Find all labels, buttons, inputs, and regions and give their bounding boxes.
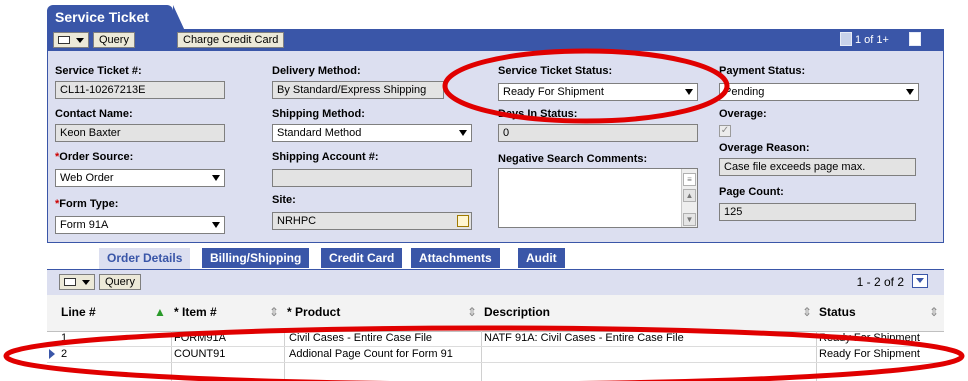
column-header-line[interactable]: Line # — [61, 305, 96, 319]
shipping-account-label: Shipping Account #: — [272, 151, 379, 163]
column-header-item[interactable]: * Item # — [174, 305, 217, 319]
menu-icon — [58, 36, 70, 44]
contact-name-field[interactable]: Keon Baxter — [55, 124, 225, 142]
delivery-method-field[interactable]: By Standard/Express Shipping — [272, 81, 444, 99]
menu-icon — [64, 278, 76, 286]
scroll-up-icon[interactable]: ▲ — [683, 189, 696, 202]
list-record-count: 1 - 2 of 2 — [856, 275, 904, 289]
chevron-down-icon — [76, 38, 84, 43]
sort-icon[interactable]: ⇕ — [929, 305, 939, 319]
negative-search-comments-textarea[interactable]: ≡ ▲ ▼ — [498, 168, 698, 228]
days-in-status-field[interactable]: 0 — [498, 124, 698, 142]
column-header-status[interactable]: Status — [819, 305, 856, 319]
cell-item: COUNT91 — [174, 348, 226, 360]
negative-search-comments-label: Negative Search Comments: — [498, 153, 648, 165]
scroll-down-icon[interactable]: ▼ — [683, 213, 696, 226]
service-ticket-status-label: Service Ticket Status: — [498, 65, 613, 77]
overage-label: Overage: — [719, 108, 767, 120]
cell-line: 2 — [61, 348, 68, 360]
table-row[interactable]: 1 FORM91A Civil Cases - Entire Case File… — [47, 331, 944, 347]
site-label: Site: — [272, 194, 296, 206]
shipping-account-field[interactable] — [272, 169, 472, 187]
service-ticket-field[interactable]: CL11-10267213E — [55, 81, 225, 99]
service-ticket-status-select[interactable]: Ready For Shipment — [498, 83, 698, 101]
chevron-down-icon — [903, 85, 917, 99]
scrollbar[interactable]: ≡ ▲ ▼ — [681, 169, 697, 227]
previous-page-icon[interactable] — [840, 32, 852, 46]
column-header-description[interactable]: Description — [484, 305, 550, 319]
tab-billing-shipping[interactable]: Billing/Shipping — [202, 248, 310, 268]
query-button[interactable]: Query — [93, 32, 135, 48]
table-row[interactable]: 2 COUNT91 Addional Page Count for Form 9… — [47, 347, 944, 363]
delivery-method-label: Delivery Method: — [272, 65, 361, 77]
form-type-label: *Form Type: — [55, 198, 119, 210]
cell-item: FORM91A — [174, 332, 226, 344]
days-in-status-label: Days In Status: — [498, 108, 578, 120]
page-count-field[interactable]: 125 — [719, 203, 916, 221]
shipping-method-select[interactable]: Standard Method — [272, 124, 472, 142]
sort-icon[interactable]: ⇕ — [467, 305, 477, 319]
form-type-select[interactable]: Form 91A — [55, 216, 225, 234]
order-lines-table: Line # ▲ * Item # ⇕ * Product ⇕ Descript… — [47, 295, 944, 381]
list-query-button[interactable]: Query — [99, 274, 141, 290]
payment-status-label: Payment Status: — [719, 65, 806, 77]
expand-list-icon[interactable] — [912, 274, 928, 288]
chevron-down-icon — [456, 126, 470, 140]
cell-line: 1 — [61, 332, 68, 344]
cell-status: Ready For Shipment — [819, 348, 920, 360]
detail-tabs: Order Details Billing/Shipping Credit Ca… — [47, 248, 944, 270]
menu-dropdown-button[interactable] — [53, 32, 89, 48]
chevron-down-icon — [82, 280, 90, 285]
current-row-indicator-icon — [49, 349, 55, 359]
payment-status-select[interactable]: Pending — [719, 83, 919, 101]
overage-checkbox[interactable]: ✓ — [719, 125, 731, 137]
page-count-label: Page Count: — [719, 186, 784, 198]
overage-reason-label: Overage Reason: — [719, 142, 810, 154]
record-pager: 1 of 1+ — [855, 34, 889, 46]
tab-order-details[interactable]: Order Details — [99, 248, 191, 269]
contact-name-label: Contact Name: — [55, 108, 133, 120]
list-menu-dropdown-button[interactable] — [59, 274, 95, 290]
cell-description: NATF 91A: Civil Cases - Entire Case File — [484, 332, 684, 344]
cell-product: Civil Cases - Entire Case File — [289, 332, 433, 344]
sort-ascending-icon[interactable]: ▲ — [154, 305, 166, 319]
chevron-down-icon — [209, 171, 223, 185]
tab-credit-card[interactable]: Credit Card — [321, 248, 403, 268]
table-header: Line # ▲ * Item # ⇕ * Product ⇕ Descript… — [47, 295, 944, 332]
service-ticket-form: Service Ticket #: CL11-10267213E Contact… — [47, 51, 944, 243]
page-title: Service Ticket — [47, 5, 185, 31]
overage-reason-field[interactable]: Case file exceeds page max. — [719, 158, 916, 176]
expand-text-icon[interactable]: ≡ — [683, 173, 696, 186]
tab-attachments[interactable]: Attachments — [411, 248, 500, 268]
column-header-product[interactable]: * Product — [287, 305, 340, 319]
next-page-icon[interactable] — [909, 32, 921, 46]
sort-icon[interactable]: ⇕ — [802, 305, 812, 319]
cell-status: Ready For Shipment — [819, 332, 920, 344]
shipping-method-label: Shipping Method: — [272, 108, 365, 120]
site-field[interactable]: NRHPC — [272, 212, 472, 230]
service-ticket-label: Service Ticket #: — [55, 65, 142, 77]
cell-product: Addional Page Count for Form 91 — [289, 348, 453, 360]
order-source-select[interactable]: Web Order — [55, 169, 225, 187]
sort-icon[interactable]: ⇕ — [269, 305, 279, 319]
chevron-down-icon — [209, 218, 223, 232]
tab-audit[interactable]: Audit — [518, 248, 565, 268]
list-toolbar: Query 1 - 2 of 2 — [47, 269, 944, 295]
chevron-down-icon — [682, 85, 696, 99]
order-source-label: *Order Source: — [55, 151, 134, 163]
lookup-icon[interactable] — [457, 215, 469, 227]
toolbar: Query Charge Credit Card 1 of 1+ — [47, 29, 944, 51]
charge-credit-card-button[interactable]: Charge Credit Card — [177, 32, 285, 48]
